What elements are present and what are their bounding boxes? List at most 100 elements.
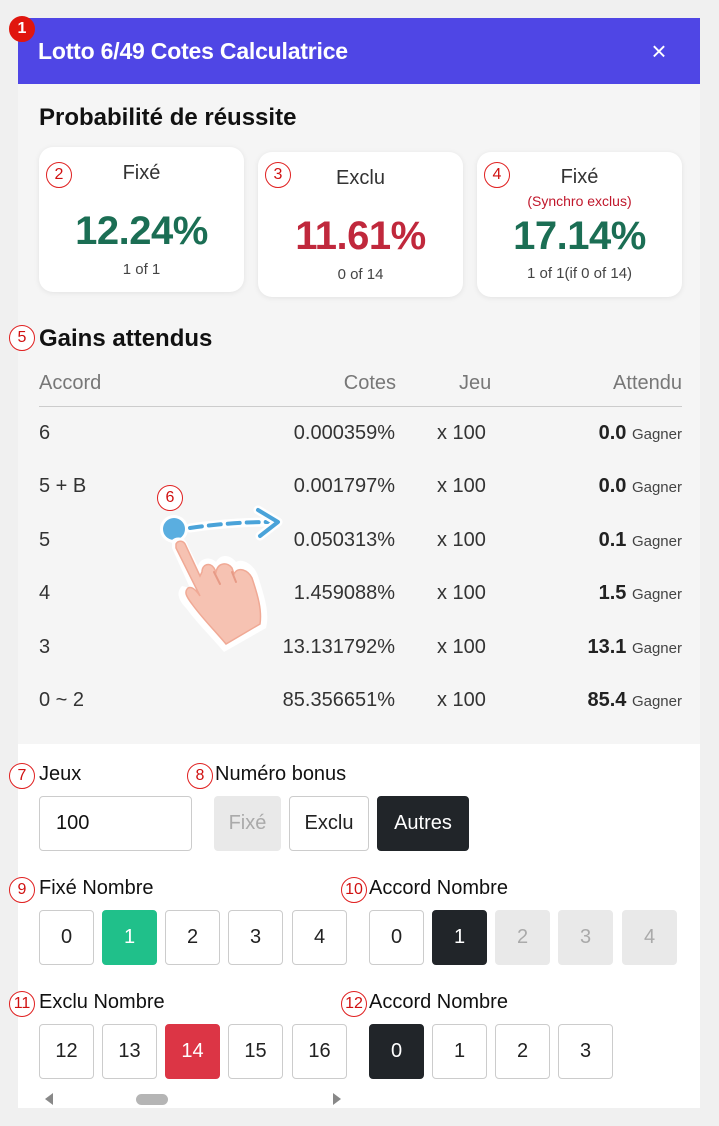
cell-odds: 0.001797% [293, 475, 395, 497]
table-divider [39, 406, 682, 407]
table-row: 5 0.050313% x 100 0.1 Gagner [0, 529, 719, 559]
cell-odds: 1.459088% [293, 582, 395, 604]
cell-odds: 85.356651% [282, 689, 395, 711]
table-row: 6 0.000359% x 100 0.0 Gagner [0, 422, 719, 452]
column-header-accord: Accord [39, 372, 102, 394]
accord2-number-3[interactable]: 3 [558, 1024, 613, 1079]
annotation-badge-2: 2 [46, 162, 72, 188]
annotation-badge-8: 8 [187, 763, 213, 789]
scroll-left-arrow-icon[interactable] [45, 1093, 53, 1105]
cell-accord: 5 [39, 529, 51, 551]
horizontal-scrollbar-thumb[interactable] [136, 1094, 168, 1105]
cell-game: x 100 [437, 475, 486, 497]
card-value: 11.61% [295, 214, 426, 258]
cell-expected: 0.0 Gagner [599, 475, 682, 498]
annotation-badge-7: 7 [9, 763, 35, 789]
accord-number-1[interactable]: 1 [432, 910, 487, 965]
close-icon[interactable]: × [644, 34, 674, 68]
accord-number-2[interactable]: 2 [495, 910, 550, 965]
expected-unit: Gagner [631, 426, 682, 443]
cell-game: x 100 [437, 422, 486, 444]
card-sublabel: (Synchro exclus) [527, 193, 632, 209]
cell-expected: 0.1 Gagner [599, 529, 682, 552]
gains-title: Gains attendus [39, 325, 213, 352]
bonus-option-others[interactable]: Autres [377, 796, 469, 851]
bonus-label: Numéro bonus [215, 763, 347, 785]
excluded-number-13[interactable]: 13 [102, 1024, 157, 1079]
accord-number-label-2: Accord Nombre [369, 991, 508, 1013]
accord-number-label: Accord Nombre [369, 877, 508, 899]
expected-value: 0.1 [598, 529, 627, 551]
games-input[interactable]: 100 [39, 796, 192, 851]
cell-game: x 100 [437, 689, 486, 711]
column-header-expected: Attendu [613, 372, 682, 394]
accord-number-3[interactable]: 3 [558, 910, 613, 965]
cell-game: x 100 [437, 582, 486, 604]
excluded-number-16[interactable]: 16 [292, 1024, 347, 1079]
cell-accord: 4 [39, 582, 51, 604]
annotation-badge-10: 10 [341, 877, 367, 903]
excluded-number-label: Exclu Nombre [39, 991, 165, 1013]
table-row: 5 + B 0.001797% x 100 0.0 Gagner [0, 475, 719, 505]
table-row: 3 13.131792% x 100 13.1 Gagner [0, 636, 719, 666]
app-title: Lotto 6/49 Cotes Calculatrice [38, 38, 348, 64]
games-label: Jeux [39, 763, 82, 785]
accord2-number-2[interactable]: 2 [495, 1024, 550, 1079]
card-count: 1 of 1 [122, 261, 161, 278]
accord2-number-1[interactable]: 1 [432, 1024, 487, 1079]
accord-number-4[interactable]: 4 [622, 910, 677, 965]
fixed-number-4[interactable]: 4 [292, 910, 347, 965]
excluded-number-15[interactable]: 15 [228, 1024, 283, 1079]
annotation-badge-12: 12 [341, 991, 367, 1017]
card-value: 12.24% [75, 209, 208, 253]
cell-game: x 100 [437, 529, 486, 551]
bonus-option-fixed[interactable]: Fixé [214, 796, 281, 851]
cell-odds: 0.000359% [293, 422, 395, 444]
card-value: 17.14% [513, 214, 646, 258]
fixed-number-1[interactable]: 1 [102, 910, 157, 965]
swipe-hand-icon [160, 505, 283, 652]
accord-number-0[interactable]: 0 [369, 910, 424, 965]
card-count: 0 of 14 [337, 266, 384, 283]
excluded-number-14[interactable]: 14 [165, 1024, 220, 1079]
accord2-number-0[interactable]: 0 [369, 1024, 424, 1079]
cell-accord: 0 ~ 2 [39, 689, 85, 711]
fixed-number-3[interactable]: 3 [228, 910, 283, 965]
expected-value: 13.1 [587, 636, 627, 658]
annotation-badge-9: 9 [9, 877, 35, 903]
table-row: 4 1.459088% x 100 1.5 Gagner [0, 582, 719, 612]
expected-unit: Gagner [631, 586, 682, 603]
cell-expected: 85.4 Gagner [587, 689, 682, 712]
cell-accord: 3 [39, 636, 51, 658]
column-header-odds: Cotes [343, 372, 396, 394]
cell-accord: 6 [39, 422, 51, 444]
scroll-right-arrow-icon[interactable] [333, 1093, 341, 1105]
annotation-badge-5: 5 [9, 325, 35, 351]
card-count: 1 of 1(if 0 of 14) [526, 265, 633, 282]
fixed-number-2[interactable]: 2 [165, 910, 220, 965]
expected-unit: Gagner [631, 640, 682, 657]
expected-value: 0.0 [598, 422, 627, 444]
expected-value: 1.5 [598, 582, 627, 604]
cell-accord: 5 + B [39, 475, 87, 497]
annotation-badge-1: 1 [9, 16, 35, 42]
bonus-option-excluded[interactable]: Exclu [289, 796, 369, 851]
header-bar: Lotto 6/49 Cotes Calculatrice × [18, 18, 700, 84]
cell-odds: 13.131792% [282, 636, 395, 658]
expected-value: 85.4 [587, 689, 627, 711]
table-row: 0 ~ 2 85.356651% x 100 85.4 Gagner [0, 689, 719, 719]
cell-expected: 13.1 Gagner [587, 636, 682, 659]
fixed-number-0[interactable]: 0 [39, 910, 94, 965]
probability-title: Probabilité de réussite [39, 104, 297, 131]
fixed-number-label: Fixé Nombre [39, 877, 154, 899]
annotation-badge-3: 3 [265, 162, 291, 188]
expected-unit: Gagner [631, 479, 682, 496]
cell-odds: 0.050313% [293, 529, 395, 551]
excluded-number-12[interactable]: 12 [39, 1024, 94, 1079]
annotation-badge-11: 11 [9, 991, 35, 1017]
annotation-badge-4: 4 [484, 162, 510, 188]
cell-expected: 1.5 Gagner [599, 582, 682, 605]
column-header-game: Jeu [459, 372, 492, 394]
cell-expected: 0.0 Gagner [599, 422, 682, 445]
expected-unit: Gagner [631, 693, 682, 710]
